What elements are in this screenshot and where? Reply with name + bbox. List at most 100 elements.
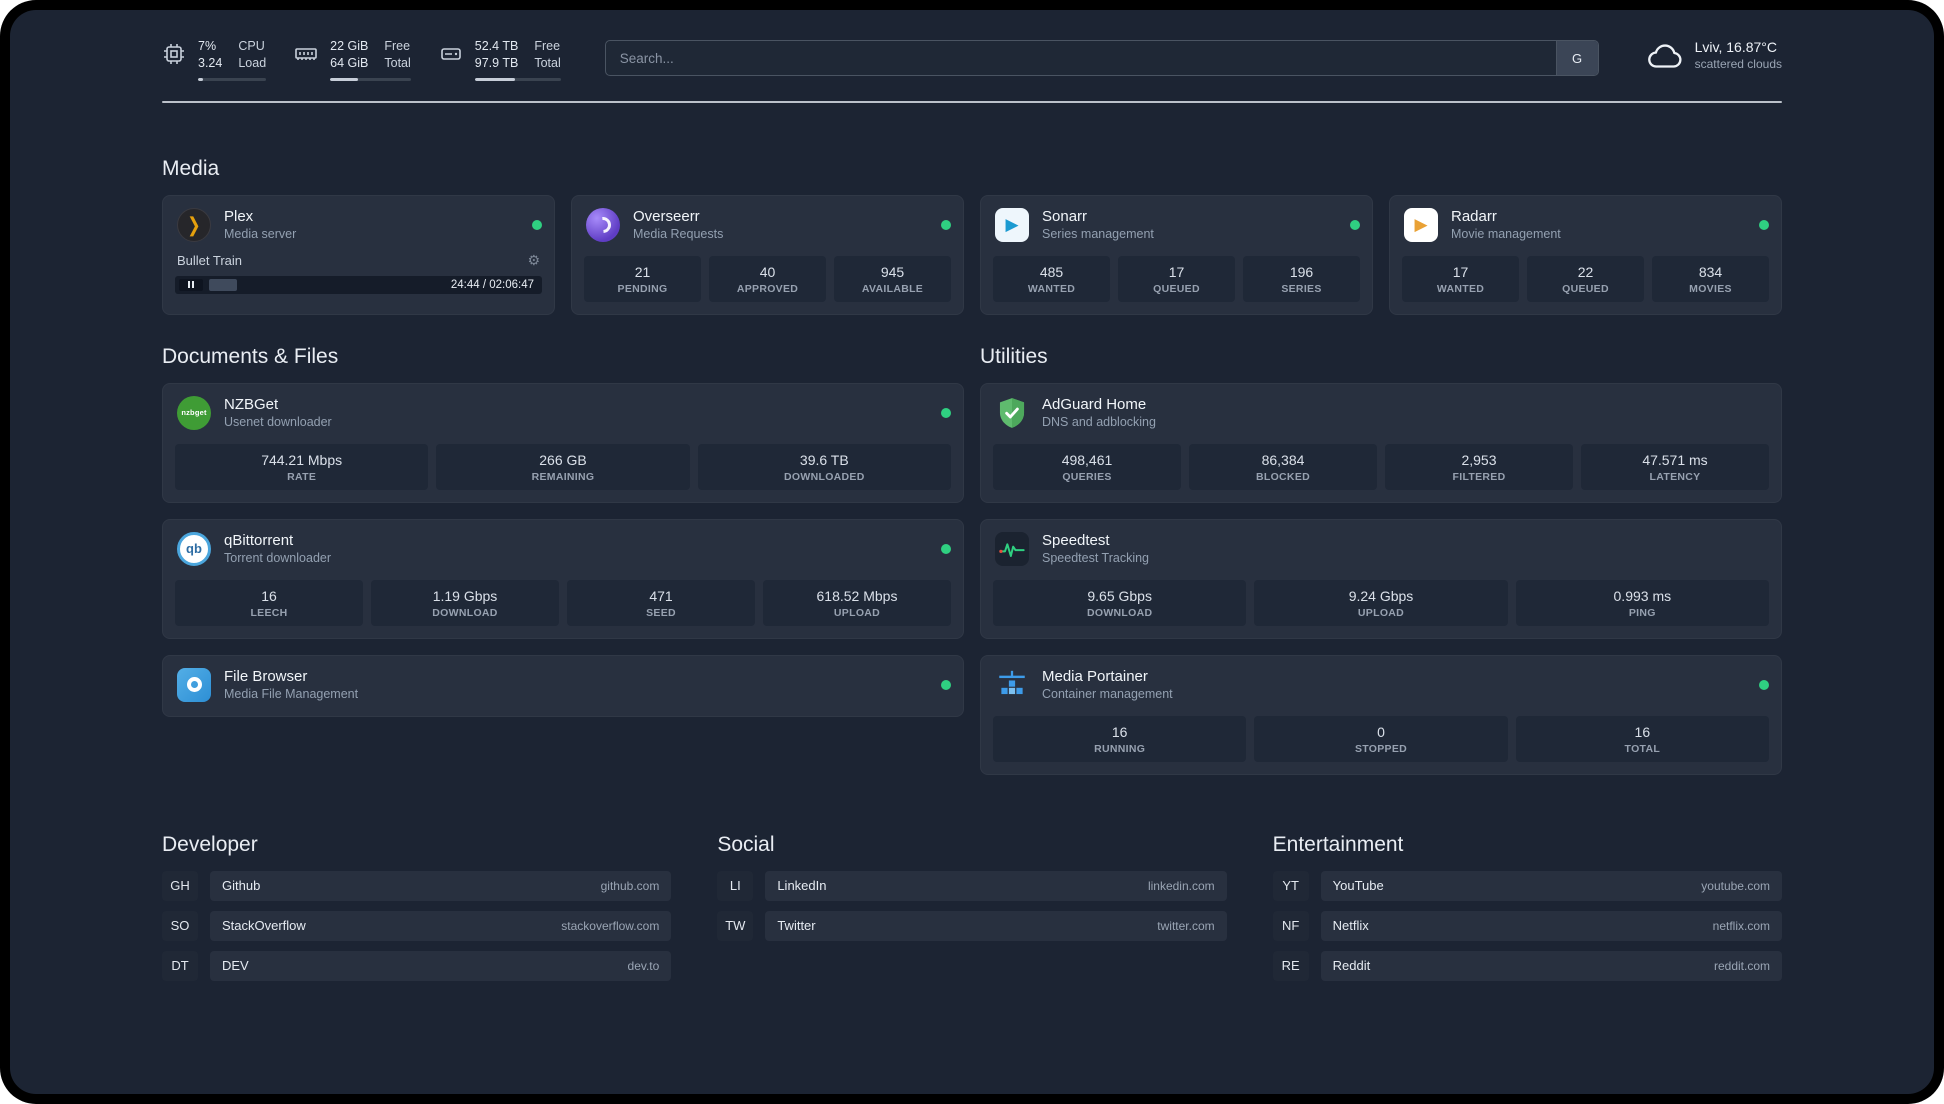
bookmark-group-social: Social LI LinkedIn linkedin.com TW Twitt… <box>717 833 1227 951</box>
service-subtitle: Usenet downloader <box>224 415 332 429</box>
bookmark-domain: twitter.com <box>1157 918 1215 933</box>
qbittorrent-icon: qb <box>175 530 213 568</box>
bookmark-name: Netflix <box>1332 918 1369 933</box>
bookmark-twitter[interactable]: TW Twitter twitter.com <box>717 910 1227 941</box>
bookmark-reddit[interactable]: RE Reddit reddit.com <box>1272 950 1782 981</box>
bookmark-domain: stackoverflow.com <box>561 918 660 933</box>
disk-icon <box>439 42 463 66</box>
service-name: Sonarr <box>1042 208 1088 225</box>
service-subtitle: Media File Management <box>224 687 359 701</box>
adguard-icon <box>993 394 1031 432</box>
bookmark-domain: youtube.com <box>1701 878 1770 893</box>
bookmark-name: YouTube <box>1332 878 1384 893</box>
memory-total-value: 64 GiB <box>330 56 369 71</box>
service-name: NZBGet <box>224 396 279 413</box>
memory-free-label: Free <box>384 39 411 53</box>
disk-total-value: 97.9 TB <box>474 56 519 71</box>
speedtest-icon <box>993 530 1031 568</box>
stat-tile: 21 PENDING <box>584 255 701 302</box>
bookmark-youtube[interactable]: YT YouTube youtube.com <box>1272 870 1782 901</box>
stat-tile: 47.571 ms LATENCY <box>1581 443 1769 490</box>
service-card-adguard[interactable]: AdGuard Home DNS and adblocking 498,461 … <box>980 382 1782 503</box>
disk-total-label: Total <box>534 56 561 71</box>
service-name: File Browser <box>224 668 308 685</box>
disk-widget: 52.4 TB Free 97.9 TB Total <box>439 38 561 81</box>
two-column-area: Documents & Files nzbget NZBGet Usenet d… <box>162 345 1782 775</box>
bookmark-linkedin[interactable]: LI LinkedIn linkedin.com <box>717 870 1227 901</box>
status-dot <box>941 543 951 554</box>
bookmark-abbr: LI <box>717 870 754 901</box>
search-bar: G <box>604 40 1599 76</box>
bookmark-domain: linkedin.com <box>1147 878 1215 893</box>
pause-button[interactable] <box>179 278 203 291</box>
stat-tile: 2,953 FILTERED <box>1385 443 1573 490</box>
bookmark-github[interactable]: GH Github github.com <box>162 870 672 901</box>
memory-progress-bar <box>330 77 411 81</box>
bookmark-abbr: NF <box>1272 910 1309 941</box>
stat-tile: 1.19 Gbps DOWNLOAD <box>371 579 559 626</box>
now-playing-title: Bullet Train <box>177 252 243 268</box>
status-dot <box>1350 219 1360 230</box>
stat-tile: 9.24 Gbps UPLOAD <box>1254 579 1508 626</box>
service-card-nzbget[interactable]: nzbget NZBGet Usenet downloader 744.21 M… <box>162 382 964 503</box>
weather-condition: scattered clouds <box>1694 57 1782 71</box>
bookmark-stackoverflow[interactable]: SO StackOverflow stackoverflow.com <box>162 910 672 941</box>
stat-tile: 17 WANTED <box>1402 255 1519 302</box>
plex-icon: ❯ <box>175 206 213 244</box>
service-name: Overseerr <box>633 208 700 225</box>
stat-tile: 17 QUEUED <box>1118 255 1235 302</box>
cpu-stats: 7% CPU 3.24 Load <box>198 38 267 81</box>
service-card-portainer[interactable]: Media Portainer Container management 16 … <box>980 654 1782 775</box>
memory-icon <box>294 42 318 66</box>
stat-tile: 834 MOVIES <box>1652 255 1769 302</box>
stat-tile: 744.21 Mbps RATE <box>175 443 429 490</box>
section-title-utilities: Utilities <box>980 344 1048 368</box>
service-name: Radarr <box>1451 208 1497 225</box>
bookmark-abbr: DT <box>162 950 198 981</box>
cpu-progress-bar <box>198 77 267 81</box>
documents-column: Documents & Files nzbget NZBGet Usenet d… <box>162 345 964 717</box>
playback-progress-bar[interactable]: 24:44 / 02:06:47 <box>175 275 542 294</box>
bookmark-abbr: YT <box>1272 870 1309 901</box>
playback-progress-fill <box>209 278 237 291</box>
gear-icon[interactable]: ⚙ <box>527 253 540 267</box>
stat-tile: 22 QUEUED <box>1527 255 1644 302</box>
stat-tile: 196 SERIES <box>1243 255 1360 302</box>
dashboard-container: 7% CPU 3.24 Load 22 GiB Free 64 GiB Tota… <box>162 10 1782 1035</box>
service-subtitle: DNS and adblocking <box>1042 415 1156 429</box>
sonarr-icon: ▶ <box>993 206 1031 244</box>
service-name: Plex <box>224 208 254 225</box>
service-card-overseerr[interactable]: Overseerr Media Requests 21 PENDING 40 A… <box>571 194 964 315</box>
cpu-label: CPU <box>238 39 265 53</box>
service-card-filebrowser[interactable]: File Browser Media File Management <box>162 654 964 717</box>
bookmark-dev[interactable]: DT DEV dev.to <box>162 950 672 981</box>
stat-tile: 471 SEED <box>567 579 755 626</box>
bookmark-domain: reddit.com <box>1713 958 1770 973</box>
search-provider-button[interactable]: G <box>1555 41 1598 75</box>
section-title-entertainment: Entertainment <box>1272 832 1404 856</box>
bookmark-netflix[interactable]: NF Netflix netflix.com <box>1272 910 1782 941</box>
dashboard-page: 7% CPU 3.24 Load 22 GiB Free 64 GiB Tota… <box>10 10 1934 1094</box>
service-subtitle: Speedtest Tracking <box>1042 551 1150 565</box>
overseerr-icon <box>584 206 622 244</box>
status-dot <box>941 219 951 230</box>
stat-tile: 0 STOPPED <box>1254 715 1508 762</box>
search-input[interactable] <box>605 41 1556 75</box>
cpu-icon <box>162 42 186 66</box>
service-card-radarr[interactable]: ▶ Radarr Movie management 17 WANTED 22 Q… <box>1389 194 1782 315</box>
service-card-qbittorrent[interactable]: qb qBittorrent Torrent downloader 16 LEE… <box>162 518 964 639</box>
bookmark-domain: netflix.com <box>1712 918 1770 933</box>
service-card-plex[interactable]: ❯ Plex Media server Bullet Train ⚙ 24:44… <box>162 194 555 315</box>
bookmark-name: DEV <box>222 958 249 973</box>
section-title-media: Media <box>162 156 220 180</box>
service-name: Media Portainer <box>1042 668 1148 685</box>
section-title-documents: Documents & Files <box>162 344 339 368</box>
plex-now-playing-widget: Bullet Train ⚙ 24:44 / 02:06:47 <box>175 253 542 294</box>
memory-total-label: Total <box>384 56 411 71</box>
status-dot <box>1759 679 1769 690</box>
service-card-sonarr[interactable]: ▶ Sonarr Series management 485 WANTED 17… <box>980 194 1373 315</box>
service-card-speedtest[interactable]: Speedtest Speedtest Tracking 9.65 Gbps D… <box>980 518 1782 639</box>
status-dot <box>941 407 951 418</box>
stat-tile: 498,461 QUERIES <box>993 443 1181 490</box>
stat-tile: 86,384 BLOCKED <box>1189 443 1377 490</box>
